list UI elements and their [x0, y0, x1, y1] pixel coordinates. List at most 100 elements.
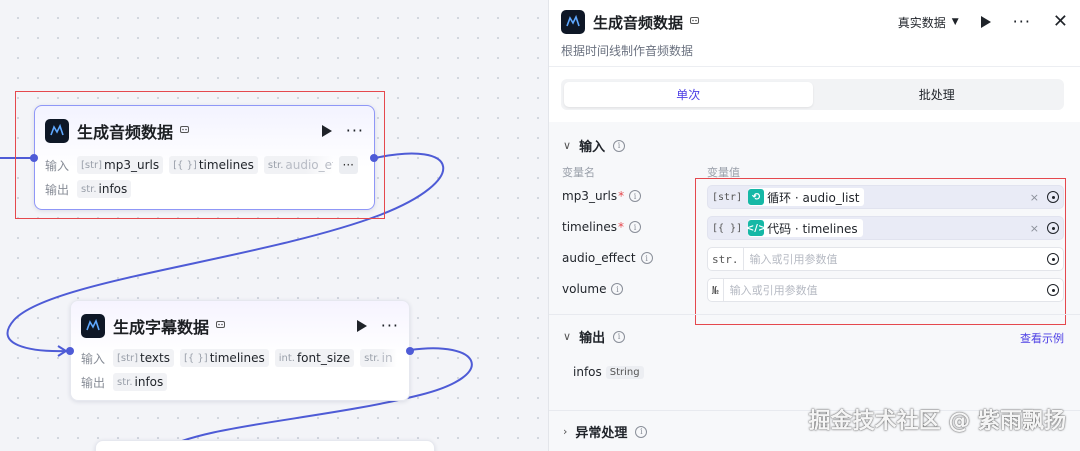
- run-node-button[interactable]: [356, 320, 367, 332]
- node-output-row: 输出 str. infos: [45, 179, 364, 199]
- output-name: infos: [573, 365, 602, 379]
- divider: [549, 314, 1080, 315]
- placeholder: 输入或引用参数值: [729, 284, 818, 297]
- panel-logo-icon: [561, 10, 585, 34]
- node-more-button[interactable]: ···: [381, 318, 399, 334]
- info-icon[interactable]: i: [613, 330, 626, 343]
- data-mode-label: 真实数据: [897, 15, 946, 30]
- workflow-node-generate-subtitles[interactable]: 生成字幕数据 ··· 输入 [str] texts [{ }] timelines …: [70, 300, 410, 401]
- param-name: mp3_urls * i: [562, 189, 642, 203]
- input-section-header[interactable]: ∨ 输入 i: [563, 136, 626, 155]
- param-row: volume i № 输入或引用参数值: [549, 278, 1080, 302]
- input-label: 输入: [45, 158, 70, 173]
- section-title: 输出: [579, 331, 606, 346]
- param-value-field[interactable]: № 输入或引用参数值: [707, 278, 1064, 302]
- workflow-node-partial[interactable]: [95, 440, 435, 451]
- node-header: 生成音频数据 ···: [45, 118, 364, 144]
- chevron-right-icon: ›: [563, 425, 568, 438]
- watermark: 掘金技术社区 @ 紫雨飘扬: [808, 409, 1066, 434]
- tab-batch[interactable]: 批处理: [813, 82, 1062, 107]
- info-icon[interactable]: i: [613, 139, 626, 152]
- input-param: [str] mp3_urls: [77, 156, 164, 174]
- reference-icon[interactable]: [1047, 284, 1059, 296]
- info-icon[interactable]: i: [640, 252, 653, 264]
- loop-icon: ⟲: [748, 189, 765, 205]
- node-title: 生成音频数据: [77, 123, 174, 142]
- node-header: 生成字幕数据 ···: [81, 313, 399, 339]
- info-icon[interactable]: i: [635, 425, 648, 438]
- placeholder: 输入或引用参数值: [749, 253, 838, 266]
- clear-icon[interactable]: ×: [1030, 191, 1039, 204]
- chevron-down-icon: ∨: [563, 330, 572, 343]
- run-button[interactable]: [980, 16, 991, 28]
- node-title: 生成字幕数据: [113, 318, 210, 337]
- output-param: str. infos: [77, 180, 132, 198]
- code-icon: </>: [746, 220, 766, 236]
- input-param: [{ }] timelines: [179, 349, 269, 367]
- input-param: int. font_size: [274, 349, 355, 367]
- reference-tag[interactable]: </> 代码 · timelines: [746, 219, 863, 237]
- view-example-link[interactable]: 查看示例: [1020, 330, 1064, 346]
- workflow-canvas[interactable]: 生成音频数据 ··· 输入 [str] mp3_urls [{ }] timelin…: [0, 0, 548, 451]
- node-logo-icon: [45, 119, 69, 143]
- type-label: str.: [712, 248, 744, 270]
- output-item: infos String: [573, 365, 644, 379]
- node-output-row: 输出 str. infos: [81, 372, 399, 392]
- param-name: timelines * i: [562, 220, 642, 234]
- section-title: 异常处理: [575, 426, 628, 441]
- output-label: 输出: [81, 375, 106, 390]
- tab-single[interactable]: 单次: [564, 82, 813, 107]
- more-params-button[interactable]: ···: [338, 156, 358, 174]
- reference-tag[interactable]: ⟲ 循环 · audio_list: [748, 188, 865, 206]
- input-param: [str] texts: [113, 349, 174, 367]
- node2-output-port[interactable]: [406, 347, 414, 355]
- node-config-panel: 生成音频数据 真实数据 ▼ ··· ✕ 根据时间线制作音频数据 单次 批处理 ∨ …: [548, 0, 1080, 451]
- info-icon[interactable]: i: [611, 283, 624, 295]
- output-type-badge: String: [605, 365, 644, 379]
- more-button[interactable]: ···: [1013, 14, 1031, 30]
- output-section-header[interactable]: ∨ 输出 i: [563, 327, 626, 346]
- output-label: 输出: [45, 182, 70, 197]
- reference-icon[interactable]: [1047, 253, 1059, 265]
- reference-icon[interactable]: [1047, 222, 1059, 234]
- exception-section-header[interactable]: › 异常处理 i: [563, 422, 648, 441]
- param-value-field[interactable]: [str] ⟲ 循环 · audio_list ×: [707, 185, 1064, 209]
- node-logo-icon: [81, 314, 105, 338]
- bot-icon: [179, 124, 190, 138]
- node-more-button[interactable]: ···: [346, 123, 364, 139]
- input-param: str.audio_effect: [263, 156, 333, 174]
- type-label: [str]: [712, 191, 743, 203]
- input-param: [{ }] timelines: [169, 156, 258, 174]
- param-name: audio_effect i: [562, 251, 653, 265]
- input-param: str. in: [360, 349, 397, 367]
- data-mode-dropdown[interactable]: 真实数据 ▼: [898, 14, 959, 31]
- panel-description: 根据时间线制作音频数据: [561, 44, 694, 58]
- run-node-button[interactable]: [321, 125, 332, 137]
- section-title: 输入: [579, 140, 606, 155]
- column-header-value: 变量值: [707, 166, 740, 179]
- type-label: [{ }]: [712, 222, 743, 234]
- chevron-down-icon: ∨: [563, 139, 572, 152]
- bot-icon: [689, 15, 700, 29]
- input-label: 输入: [81, 351, 106, 366]
- param-value-field[interactable]: str. 输入或引用参数值: [707, 247, 1064, 271]
- workflow-node-generate-audio[interactable]: 生成音频数据 ··· 输入 [str] mp3_urls [{ }] timelin…: [34, 105, 375, 210]
- node-input-row: 输入 [str] mp3_urls [{ }] timelines str. audi…: [45, 155, 364, 175]
- output-param: str. infos: [113, 373, 168, 391]
- node1-input-port[interactable]: [30, 154, 38, 162]
- info-icon[interactable]: i: [629, 190, 642, 202]
- caret-down-icon: ▼: [951, 17, 959, 27]
- param-value-field[interactable]: [{ }] </> 代码 · timelines ×: [707, 216, 1064, 240]
- info-icon[interactable]: i: [629, 221, 642, 233]
- reference-icon[interactable]: [1047, 191, 1059, 203]
- param-row: mp3_urls * i [str] ⟲ 循环 · audio_list ×: [549, 185, 1080, 209]
- node1-output-port[interactable]: [370, 154, 378, 162]
- clear-icon[interactable]: ×: [1030, 222, 1039, 235]
- node-input-row: 输入 [str] texts [{ }] timelines int. font_si…: [81, 348, 399, 368]
- param-row: timelines * i [{ }] </> 代码 · timelines ×: [549, 216, 1080, 240]
- run-mode-tabs: 单次 批处理: [561, 79, 1064, 110]
- node2-input-port[interactable]: [66, 347, 74, 355]
- close-button[interactable]: ✕: [1053, 13, 1068, 31]
- column-header-name: 变量名: [562, 166, 595, 179]
- divider: [549, 66, 1080, 67]
